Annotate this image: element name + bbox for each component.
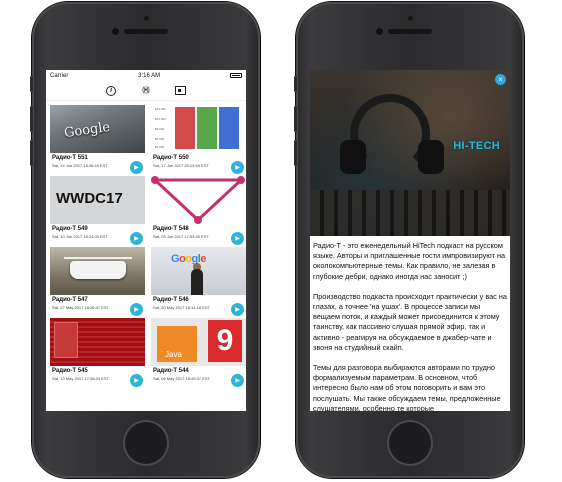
status-bar: Carrier 3:16 AM [46,70,246,81]
episode-card[interactable]: $15,000 $12,000 $9,000 $6,000 $3,000 ▶ Р… [151,105,246,174]
chart-tick: $12,000 [155,117,166,121]
play-icon[interactable]: ▶ [130,374,143,387]
episode-card[interactable]: ▶ Радио-Т 547 Sat, 27 May 2017 18:26:47 … [50,247,145,316]
episode-thumbnail [50,247,145,295]
speaker-body [191,269,203,295]
earpiece [124,29,168,34]
play-icon[interactable]: ▶ [231,303,244,316]
episode-card[interactable]: Java 9 ▶ Радио-Т 544 Sat, 06 May 2017 18… [151,318,246,387]
play-icon[interactable]: ▶ [231,232,244,245]
ransom-panel [54,322,78,358]
google-letter: G [171,253,180,265]
episode-title: Радио-Т 546 [153,297,189,303]
cover-image: HI-TECH × [310,70,510,236]
episode-thumbnail: $15,000 $12,000 $9,000 $6,000 $3,000 [151,105,246,153]
chart-bar [175,107,195,149]
episode-title: Радио-Т 551 [52,155,88,161]
episode-list-screen: Carrier 3:16 AM i ((•)) Google ▶ Радио-Т… [46,70,246,411]
description-paragraph: Производство подкаста происходит практич… [313,291,507,352]
episode-thumbnail: Google [151,247,246,295]
description: Радио-Т - это еженедельный HiTech подкас… [310,236,510,411]
phone-right: HI-TECH × Радио-Т - это еженедельный HiT… [294,2,524,478]
episode-grid: Google ▶ Радио-Т 551 Sat, 24 Jun 2017 18… [46,101,246,387]
episode-title: Радио-Т 545 [52,368,88,374]
wwdc-text: WWDC17 [56,190,123,207]
episode-title: Радио-Т 544 [153,368,189,374]
brand-label: HI-TECH [453,140,500,152]
mixing-console [310,190,510,236]
drone-image [64,257,132,279]
episode-title: Радио-Т 548 [153,226,189,232]
episode-card[interactable]: ▶ Радио-Т 545 Sat, 13 May 2017 17:38:24 … [50,318,145,387]
play-icon[interactable]: ▶ [130,161,143,174]
earpiece [388,29,432,34]
volume-up-button [294,106,297,132]
volume-up-button [30,106,33,132]
chart-bar [197,107,217,149]
episode-thumbnail: Java 9 [151,318,246,366]
play-icon[interactable]: ▶ [130,303,143,316]
phone-left: Carrier 3:16 AM i ((•)) Google ▶ Радио-Т… [30,2,260,478]
mute-switch [294,76,297,92]
episode-card[interactable]: Google ▶ Радио-Т 551 Sat, 24 Jun 2017 18… [50,105,145,174]
java-logo: Java [157,326,197,362]
home-button[interactable] [387,420,433,466]
episode-thumbnail: Google [50,105,145,153]
graph-art [151,176,245,224]
volume-down-button [294,140,297,166]
java-9-badge: 9 [208,320,242,362]
chart-tick: $6,000 [155,137,165,141]
episode-title: Радио-Т 547 [52,297,88,303]
chart-tick: $3,000 [155,145,165,149]
episode-thumbnail: WWDC17 [50,176,145,224]
battery-icon [229,73,242,78]
episode-title: Радио-Т 549 [52,226,88,232]
proximity-sensor [144,16,149,21]
chart-tick: $15,000 [155,107,166,111]
proximity-sensor [408,16,413,21]
clock: 3:16 AM [138,72,161,79]
episode-title: Радио-Т 550 [153,155,189,161]
chart-bar [219,107,239,149]
home-button[interactable] [123,420,169,466]
episode-card[interactable]: ▶ Радио-Т 548 Sat, 03 Jun 2017 17:53:45 … [151,176,246,245]
about-screen: HI-TECH × Радио-Т - это еженедельный HiT… [310,70,510,411]
play-icon[interactable]: ▶ [231,374,244,387]
google-letter: e [200,253,206,265]
toolbar: i ((•)) [46,81,246,101]
info-icon[interactable]: i [106,85,117,96]
thumb-wwdc: WWDC17 [56,190,123,207]
chart-tick: $9,000 [155,127,165,131]
java-text: Java [165,350,182,359]
front-camera [376,28,383,35]
episode-card[interactable]: Google ▶ Радио-Т 546 Sat, 20 May 2017 18… [151,247,246,316]
episode-thumbnail [151,176,246,224]
description-paragraph: Радио-Т - это еженедельный HiTech подкас… [313,241,506,281]
play-icon[interactable]: ▶ [231,161,244,174]
radio-icon[interactable]: ((•)) [142,87,150,94]
episode-thumbnail [50,318,145,366]
headphone-cup [340,140,366,174]
front-camera [112,28,119,35]
play-icon[interactable]: ▶ [130,232,143,245]
episode-card[interactable]: WWDC17 ▶ Радио-Т 549 Sat, 10 Jun 2017 18… [50,176,145,245]
carrier-label: Carrier [50,72,69,79]
mute-switch [30,76,33,92]
thumb-google-wall: Google [63,119,112,142]
close-icon[interactable]: × [495,74,506,85]
description-paragraph: Темы для разговора выбираются авторами п… [313,363,501,411]
thumb-google-stage: Google [171,253,206,265]
news-icon[interactable] [174,86,186,95]
headphone-cup [418,140,444,174]
volume-down-button [30,140,33,166]
